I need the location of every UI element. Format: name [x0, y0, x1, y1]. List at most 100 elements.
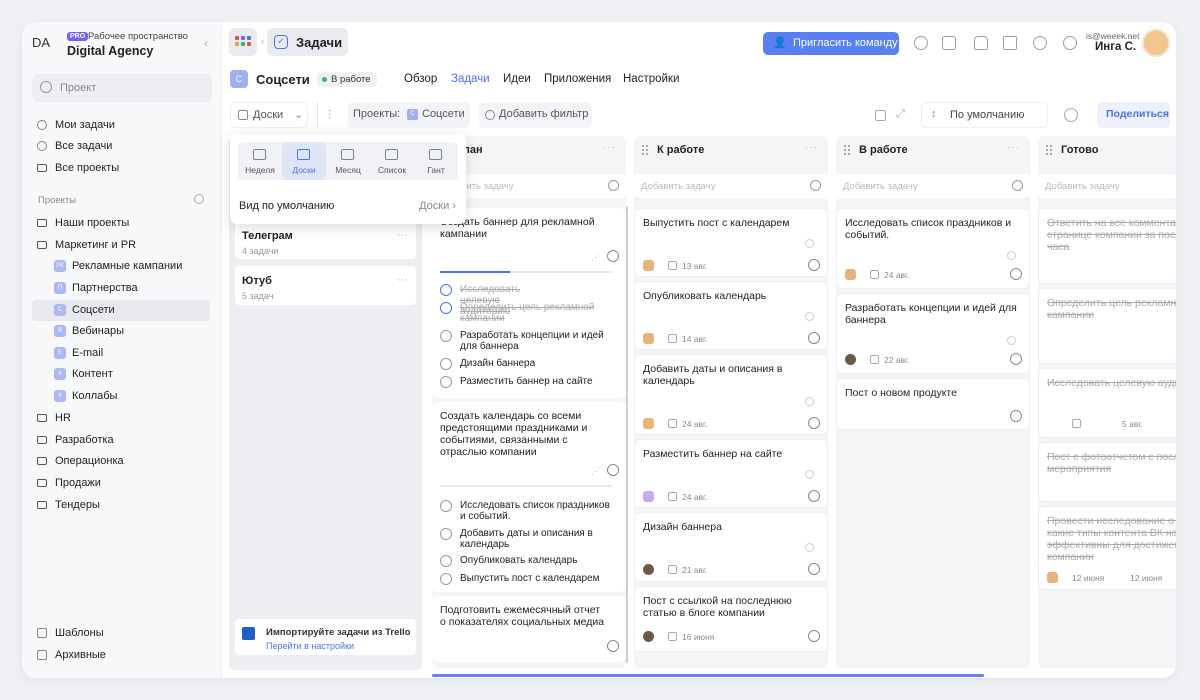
- circle-icon[interactable]: [440, 573, 452, 585]
- sidebar-item-development[interactable]: Разработка: [32, 430, 210, 451]
- more-icon[interactable]: ···: [397, 274, 408, 286]
- task-card[interactable]: Выпустить пост с календарем 13 авг.: [634, 208, 828, 277]
- view-option-week[interactable]: Неделя: [238, 142, 282, 180]
- board-item-telegram[interactable]: Телеграм 4 задачи ···: [234, 220, 417, 260]
- circle-icon[interactable]: [440, 376, 452, 388]
- circle-icon[interactable]: [440, 528, 452, 540]
- drag-handle-icon[interactable]: [642, 145, 648, 155]
- help-icon[interactable]: [1033, 36, 1047, 50]
- task-card[interactable]: Разместить баннер на сайте 24 авг.: [634, 439, 828, 508]
- expand-icon[interactable]: ⤢: [896, 108, 905, 121]
- task-card[interactable]: Определить цель рекламной кампании: [1038, 288, 1176, 364]
- task-card[interactable]: Провести исследование о том, какие типы …: [1038, 506, 1176, 590]
- search-icon[interactable]: [1063, 36, 1077, 50]
- circle-icon[interactable]: [440, 500, 452, 512]
- sidebar-item-my-tasks[interactable]: Мои задачи: [32, 115, 210, 136]
- circle-icon[interactable]: [440, 358, 452, 370]
- project-filter[interactable]: Проекты: С Соцсети: [348, 102, 470, 128]
- breadcrumb-tasks[interactable]: ✓ Задачи: [267, 28, 348, 56]
- complete-checkbox[interactable]: [808, 332, 820, 344]
- sidebar-item-marketing[interactable]: Маркетинг и PR: [32, 235, 210, 256]
- sidebar-item-collabs[interactable]: К Коллабы: [32, 386, 210, 407]
- add-icon[interactable]: [810, 180, 821, 191]
- task-card[interactable]: Создать баннер для рекламной кампании ⋰ …: [432, 208, 626, 398]
- avatar[interactable]: [1142, 29, 1170, 57]
- more-icon[interactable]: ···: [805, 142, 818, 153]
- sidebar-item-ad-campaigns[interactable]: РК Рекламные кампании: [32, 256, 210, 277]
- sidebar-item-archive[interactable]: Архивные: [32, 645, 210, 666]
- task-card[interactable]: Разработать концепции и идей для баннера…: [836, 293, 1030, 374]
- complete-checkbox[interactable]: [808, 259, 820, 271]
- complete-checkbox[interactable]: [1010, 268, 1022, 280]
- collapse-sidebar-icon[interactable]: ‹: [204, 36, 208, 50]
- add-project-icon[interactable]: [194, 194, 204, 204]
- workspace-switcher[interactable]: DA PRO Рабочее пространство Digital Agen…: [32, 31, 212, 59]
- add-filter-button[interactable]: Добавить фильтр: [479, 102, 592, 128]
- sidebar-item-social[interactable]: С Соцсети: [32, 300, 210, 321]
- task-card[interactable]: Пост с фотоотчетом с последнего мероприя…: [1038, 442, 1176, 502]
- apps-grid-icon[interactable]: [229, 28, 257, 56]
- task-card[interactable]: Пост с ссылкой на последнюю статью в бло…: [634, 586, 828, 652]
- task-card[interactable]: Дизайн баннера 21 авг.: [634, 512, 828, 582]
- complete-checkbox[interactable]: [1010, 410, 1022, 422]
- trello-settings-link[interactable]: Перейти в настройки: [266, 641, 354, 651]
- board-item-youtube[interactable]: Ютуб 5 задач ···: [234, 265, 417, 306]
- project-search[interactable]: Проект: [32, 74, 212, 102]
- complete-checkbox[interactable]: [607, 640, 619, 652]
- add-task-input[interactable]: Добавить задачу: [1038, 174, 1176, 198]
- filter-settings-icon[interactable]: ⫶: [328, 108, 331, 123]
- complete-checkbox[interactable]: [808, 417, 820, 429]
- view-option-list[interactable]: Список: [370, 142, 414, 180]
- check-icon[interactable]: [440, 302, 452, 314]
- folder-icon[interactable]: [1003, 36, 1017, 50]
- horizontal-scrollbar[interactable]: [432, 674, 984, 677]
- sort-selector[interactable]: ↕ По умолчанию: [921, 102, 1048, 128]
- more-icon[interactable]: ···: [1007, 142, 1020, 153]
- sidebar-item-our-projects[interactable]: Наши проекты: [32, 213, 210, 234]
- bell-icon[interactable]: [974, 36, 988, 50]
- task-card[interactable]: Исследовать список праздников и событий.…: [836, 208, 1030, 289]
- sidebar-item-operations[interactable]: Операционка: [32, 451, 210, 472]
- sidebar-item-email[interactable]: E E-mail: [32, 343, 210, 364]
- more-icon[interactable]: ···: [397, 229, 408, 241]
- add-icon[interactable]: [608, 180, 619, 191]
- sidebar-item-sales[interactable]: Продажи: [32, 473, 210, 494]
- task-card[interactable]: Подготовить ежемесячный отчет о показате…: [432, 596, 626, 662]
- circle-icon[interactable]: [440, 555, 452, 567]
- save-view-icon[interactable]: [875, 110, 886, 121]
- complete-checkbox[interactable]: [607, 250, 619, 262]
- tab-apps[interactable]: Приложения: [544, 73, 611, 85]
- complete-checkbox[interactable]: [607, 464, 619, 476]
- drag-handle-icon[interactable]: [844, 145, 850, 155]
- sidebar-item-all-projects[interactable]: Все проекты: [32, 158, 210, 179]
- sidebar-item-partnerships[interactable]: П Партнерства: [32, 278, 210, 299]
- tab-overview[interactable]: Обзор: [404, 73, 437, 85]
- complete-checkbox[interactable]: [808, 563, 820, 575]
- add-icon[interactable]: [1012, 180, 1023, 191]
- task-card[interactable]: Исследовать целевую аудиторию 5 авг.: [1038, 368, 1176, 438]
- invite-team-button[interactable]: 👤 Пригласить команду: [763, 32, 899, 55]
- task-card[interactable]: Создать календарь со всеми предстоящими …: [432, 402, 626, 592]
- default-view-selector[interactable]: Доски ›: [419, 200, 456, 212]
- more-icon[interactable]: ···: [603, 142, 616, 153]
- share-button[interactable]: Поделиться: [1097, 102, 1170, 128]
- task-card[interactable]: Добавить даты и описания в календарь 24 …: [634, 354, 828, 435]
- check-icon[interactable]: [440, 284, 452, 296]
- status-badge[interactable]: В работе: [317, 72, 377, 87]
- drag-handle-icon[interactable]: [1046, 145, 1052, 155]
- task-card[interactable]: Пост о новом продукте: [836, 378, 1030, 430]
- tab-ideas[interactable]: Идеи: [503, 73, 531, 85]
- complete-checkbox[interactable]: [808, 630, 820, 642]
- complete-checkbox[interactable]: [1010, 353, 1022, 365]
- sidebar-item-webinars[interactable]: В Вебинары: [32, 321, 210, 342]
- cloud-icon[interactable]: [942, 36, 956, 50]
- complete-checkbox[interactable]: [808, 490, 820, 502]
- tab-tasks[interactable]: Задачи: [451, 73, 490, 85]
- circle-icon[interactable]: [440, 330, 452, 342]
- tab-settings[interactable]: Настройки: [623, 73, 679, 85]
- view-option-gantt[interactable]: Гант: [414, 142, 458, 180]
- task-card[interactable]: Ответить на все комментарии на странице …: [1038, 208, 1176, 284]
- add-task-input[interactable]: Добавить задачу: [634, 174, 828, 198]
- view-option-month[interactable]: Месяц: [326, 142, 370, 180]
- gear-icon[interactable]: [1064, 108, 1078, 122]
